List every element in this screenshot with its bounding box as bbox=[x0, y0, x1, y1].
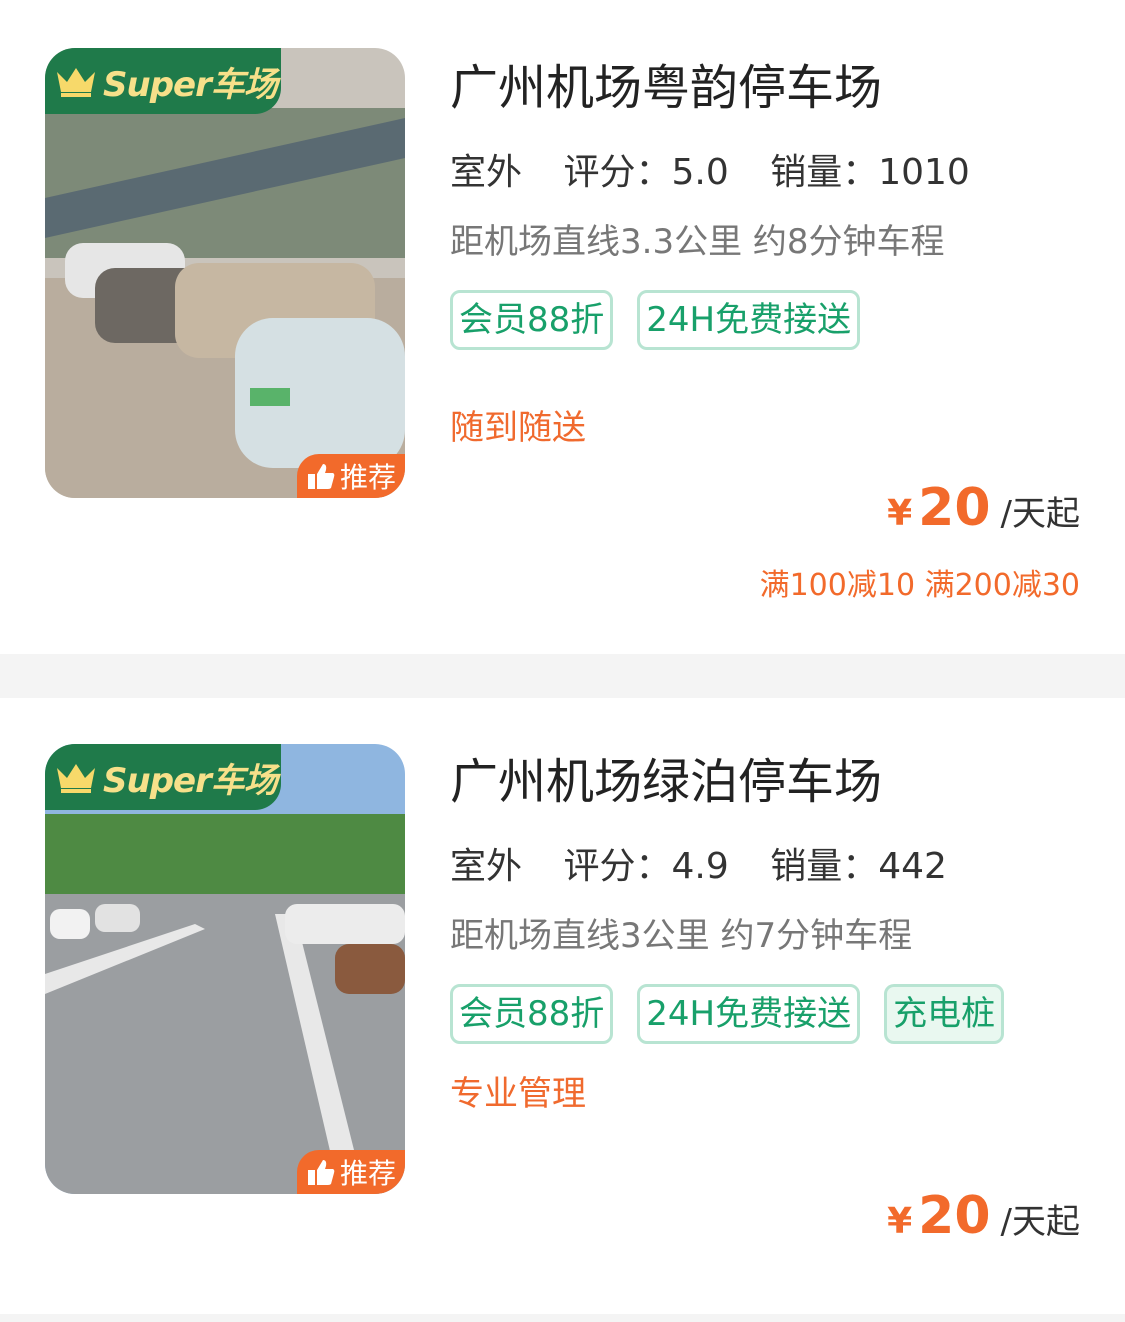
price-unit: /天起 bbox=[1000, 1202, 1080, 1242]
thumbs-up-icon bbox=[307, 464, 335, 489]
listing-meta: 室外 评分：5.0 销量：1010 bbox=[450, 150, 1080, 198]
location-type: 室外 bbox=[450, 150, 523, 198]
super-parking-badge: Super车场 bbox=[45, 48, 281, 114]
rating: 评分：5.0 bbox=[563, 152, 729, 193]
sales-count: 销量：442 bbox=[770, 846, 947, 887]
super-badge-text: Super车场 bbox=[103, 64, 278, 105]
price-value: 20 bbox=[918, 478, 991, 538]
listing-info: 广州机场粤韵停车场 室外 评分：5.0 销量：1010 距机场直线3.3公里 约… bbox=[450, 56, 1080, 450]
parking-listing-card[interactable]: Super车场 推荐 广州机场粤韵停车场 室外 评分：5.0 销量：1010 距… bbox=[0, 0, 1125, 654]
super-parking-badge: Super车场 bbox=[45, 744, 281, 810]
price-unit: /天起 bbox=[1000, 494, 1080, 534]
price: ¥ 20 /天起 bbox=[887, 478, 1080, 538]
feature-tag: 会员88折 bbox=[450, 290, 614, 350]
service-note: 随到随送 bbox=[450, 408, 586, 448]
price: ¥ 20 /天起 bbox=[887, 1186, 1080, 1246]
parking-photo bbox=[45, 744, 405, 1194]
crown-icon bbox=[57, 68, 95, 97]
feature-tag: 会员88折 bbox=[450, 984, 614, 1044]
super-badge-text: Super车场 bbox=[103, 760, 278, 801]
listing-meta: 室外 评分：4.9 销量：442 bbox=[450, 844, 1080, 892]
parking-photo bbox=[45, 48, 405, 498]
parking-title: 广州机场粤韵停车场 bbox=[450, 60, 883, 116]
card-separator bbox=[0, 654, 1125, 698]
recommend-text: 推荐 bbox=[339, 461, 396, 494]
recommend-badge: 推荐 bbox=[297, 454, 405, 498]
parking-thumbnail[interactable]: Super车场 推荐 bbox=[45, 48, 405, 498]
feature-tags: 会员88折 24H免费接送 充电桩 bbox=[450, 984, 1070, 1044]
currency-symbol: ¥ bbox=[887, 493, 913, 534]
thumbs-up-icon bbox=[307, 1160, 335, 1185]
listing-info: 广州机场绿泊停车场 室外 评分：4.9 销量：442 距机场直线3公里 约7分钟… bbox=[450, 750, 1080, 1116]
currency-symbol: ¥ bbox=[887, 1201, 913, 1242]
distance-info: 距机场直线3.3公里 约8分钟车程 bbox=[450, 222, 945, 262]
recommend-badge: 推荐 bbox=[297, 1150, 405, 1194]
sales-count: 销量：1010 bbox=[770, 152, 970, 193]
feature-tags: 会员88折 24H免费接送 bbox=[450, 290, 1070, 350]
feature-tag-charging: 充电桩 bbox=[884, 984, 1005, 1044]
crown-icon bbox=[57, 764, 95, 793]
price-value: 20 bbox=[918, 1186, 991, 1246]
feature-tag: 24H免费接送 bbox=[637, 984, 861, 1044]
service-note: 专业管理 bbox=[450, 1074, 586, 1114]
parking-title: 广州机场绿泊停车场 bbox=[450, 754, 883, 810]
distance-info: 距机场直线3公里 约7分钟车程 bbox=[450, 916, 913, 956]
location-type: 室外 bbox=[450, 844, 523, 892]
card-separator bbox=[0, 1314, 1125, 1322]
feature-tag: 24H免费接送 bbox=[637, 290, 861, 350]
rating: 评分：4.9 bbox=[563, 846, 729, 887]
recommend-text: 推荐 bbox=[339, 1157, 396, 1190]
parking-thumbnail[interactable]: Super车场 推荐 bbox=[45, 744, 405, 1194]
promo-text: 满100减10 满200减30 bbox=[759, 568, 1080, 603]
